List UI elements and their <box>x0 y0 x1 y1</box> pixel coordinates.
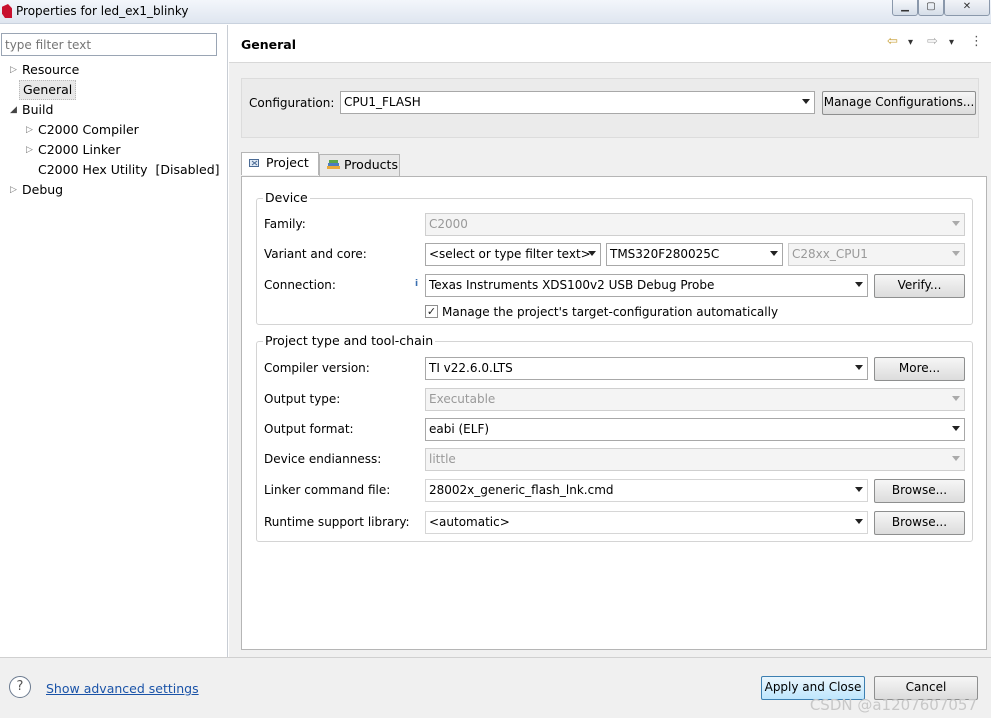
compiler-version-value: TI v22.6.0.LTS <box>429 361 513 375</box>
family-select: C2000 <box>425 213 965 236</box>
info-icon: i <box>415 279 419 289</box>
output-format-label: Output format: <box>264 422 354 436</box>
family-label: Family: <box>264 217 306 231</box>
forward-menu-icon[interactable]: ▾ <box>949 37 954 48</box>
back-menu-icon[interactable]: ▾ <box>908 37 913 48</box>
verify-button[interactable]: Verify... <box>874 274 965 298</box>
configuration-value: CPU1_FLASH <box>344 95 421 109</box>
output-format-value: eabi (ELF) <box>429 422 490 436</box>
connection-label: Connection: <box>264 278 336 292</box>
tab-label: Project <box>266 155 309 170</box>
browse-linker-button[interactable]: Browse... <box>874 479 965 503</box>
connection-value: Texas Instruments XDS100v2 USB Debug Pro… <box>429 278 715 292</box>
core-value: C28xx_CPU1 <box>792 247 868 261</box>
sidebar-item-label: C2000 Linker <box>38 142 121 157</box>
tab-project[interactable]: Project <box>241 152 319 175</box>
device-group: Device Family: C2000 Variant and core: <… <box>256 190 973 325</box>
forward-arrow-icon[interactable]: ⇨ <box>927 34 938 49</box>
maximize-button[interactable]: ▢ <box>918 0 944 16</box>
project-icon <box>249 159 259 167</box>
expand-arrow-icon[interactable]: ▷ <box>10 61 17 79</box>
expand-arrow-icon[interactable]: ▷ <box>26 141 33 159</box>
configuration-label: Configuration: <box>249 96 335 110</box>
sidebar-item-label: General <box>19 80 77 100</box>
page-header: General ⇦ ▾ ⇨ ▾ ⋮ <box>229 25 991 63</box>
sidebar-item-label: Resource <box>22 62 80 77</box>
chevron-down-icon <box>588 251 596 256</box>
variant-value: TMS320F280025C <box>610 247 720 261</box>
products-icon <box>327 160 340 169</box>
linker-command-file-label: Linker command file: <box>264 483 391 497</box>
minimize-button[interactable]: ▁ <box>892 0 918 16</box>
chevron-down-icon <box>802 99 810 104</box>
show-advanced-settings-link[interactable]: Show advanced settings <box>46 681 199 696</box>
sidebar-item-label: C2000 Compiler <box>38 122 139 137</box>
collapse-arrow-icon[interactable]: ◢ <box>10 101 17 119</box>
manage-target-config-checkbox[interactable]: ✓ <box>425 305 438 318</box>
runtime-library-combo[interactable]: <automatic> <box>425 511 868 534</box>
variant-label: Variant and core: <box>264 247 367 261</box>
back-arrow-icon[interactable]: ⇦ <box>887 34 898 49</box>
project-tab-panel: Device Family: C2000 Variant and core: <… <box>241 176 987 650</box>
output-type-label: Output type: <box>264 392 341 406</box>
output-type-select: Executable <box>425 388 965 411</box>
chevron-down-icon <box>952 456 960 461</box>
watermark: CSDN @a1207607057 <box>809 696 977 714</box>
expand-arrow-icon[interactable]: ▷ <box>26 121 33 139</box>
dialog-footer: ? Show advanced settings Apply and Close… <box>0 657 991 718</box>
endianness-value: little <box>429 452 456 466</box>
compiler-version-label: Compiler version: <box>264 361 370 375</box>
chevron-down-icon <box>855 282 863 287</box>
tab-label: Products <box>344 157 398 172</box>
expand-arrow-icon[interactable]: ▷ <box>10 181 17 199</box>
chevron-down-icon <box>855 487 863 492</box>
manage-configurations-button[interactable]: Manage Configurations... <box>822 91 976 115</box>
variant-select[interactable]: TMS320F280025C <box>606 243 783 266</box>
connection-select[interactable]: Texas Instruments XDS100v2 USB Debug Pro… <box>425 274 868 297</box>
endianness-label: Device endianness: <box>264 452 382 466</box>
page-title: General <box>241 37 296 52</box>
chevron-down-icon <box>952 396 960 401</box>
close-button[interactable]: ✕ <box>944 0 990 16</box>
variant-filter-value: <select or type filter text> <box>429 247 591 261</box>
sidebar-item-label: Build <box>22 102 54 117</box>
properties-page: General ⇦ ▾ ⇨ ▾ ⋮ Configuration: CPU1_FL… <box>229 25 991 657</box>
filter-input[interactable] <box>1 33 217 56</box>
configuration-bar: Configuration: CPU1_FLASH Manage Configu… <box>241 78 979 138</box>
runtime-library-value: <automatic> <box>429 515 510 529</box>
linker-command-file-value: 28002x_generic_flash_lnk.cmd <box>429 483 614 497</box>
variant-filter-select[interactable]: <select or type filter text> <box>425 243 601 266</box>
chevron-down-icon <box>770 251 778 256</box>
core-select: C28xx_CPU1 <box>788 243 965 266</box>
chevron-down-icon <box>855 365 863 370</box>
manage-target-config-label: Manage the project's target-configuratio… <box>442 305 779 319</box>
help-icon[interactable]: ? <box>9 676 31 698</box>
linker-command-file-combo[interactable]: 28002x_generic_flash_lnk.cmd <box>425 479 868 502</box>
configuration-select[interactable]: CPU1_FLASH <box>340 91 815 114</box>
sidebar-item-label: C2000 Hex Utility [Disabled] <box>38 162 220 177</box>
sidebar: ▷ Resource General ◢ Build ▷ C2000 Compi… <box>0 25 228 657</box>
toolchain-group: Project type and tool-chain Compiler ver… <box>256 333 973 542</box>
title-bar: Properties for led_ex1_blinky ▁ ▢ ✕ <box>0 0 991 24</box>
compiler-version-select[interactable]: TI v22.6.0.LTS <box>425 357 868 380</box>
runtime-library-label: Runtime support library: <box>264 515 410 529</box>
more-button[interactable]: More... <box>874 357 965 381</box>
app-icon <box>2 4 12 18</box>
output-type-value: Executable <box>429 392 496 406</box>
view-menu-icon[interactable]: ⋮ <box>970 34 983 49</box>
chevron-down-icon <box>952 221 960 226</box>
device-group-title: Device <box>263 190 310 205</box>
chevron-down-icon <box>855 519 863 524</box>
family-value: C2000 <box>429 217 468 231</box>
window-title: Properties for led_ex1_blinky <box>16 4 189 18</box>
chevron-down-icon <box>952 426 960 431</box>
output-format-select[interactable]: eabi (ELF) <box>425 418 965 441</box>
endianness-select: little <box>425 448 965 471</box>
sidebar-item-label: Debug <box>22 182 64 197</box>
tab-products[interactable]: Products <box>319 154 400 176</box>
chevron-down-icon <box>952 251 960 256</box>
toolchain-group-title: Project type and tool-chain <box>263 333 436 348</box>
browse-runtime-button[interactable]: Browse... <box>874 511 965 535</box>
